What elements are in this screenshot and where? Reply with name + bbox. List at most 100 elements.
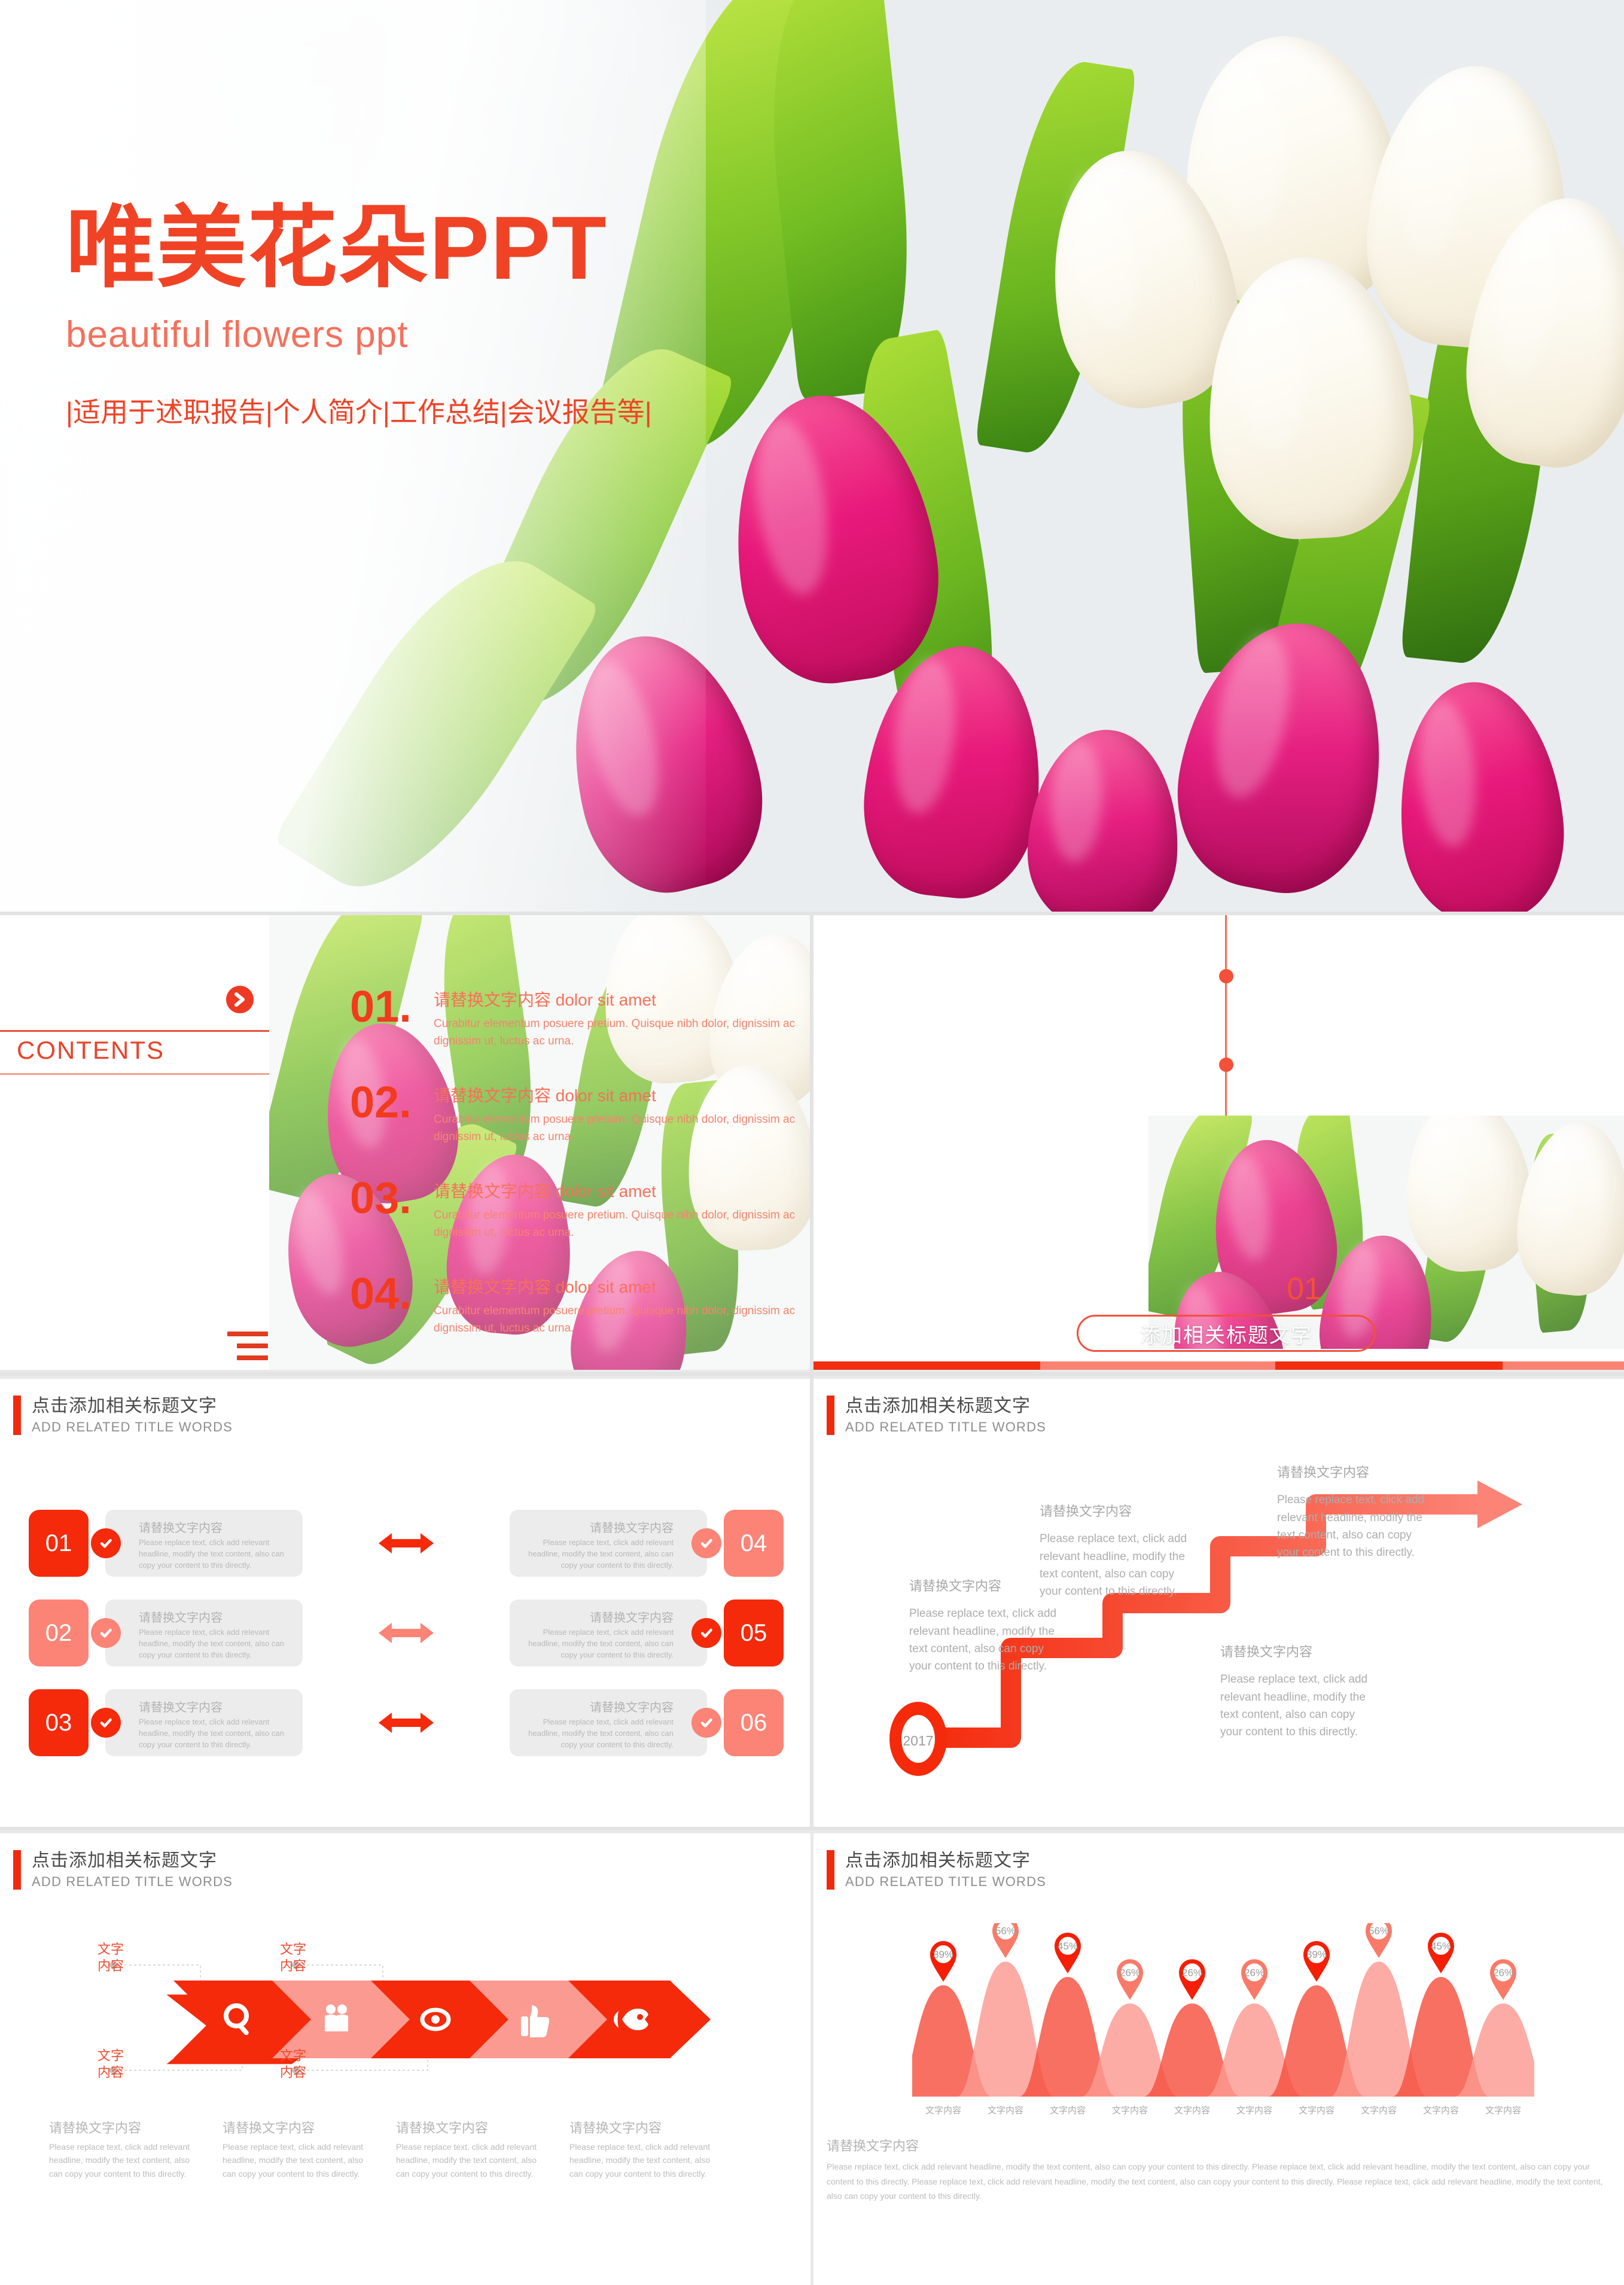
caption-heading: 请替换文字内容 bbox=[223, 2121, 315, 2135]
stairs-step-caption: 请替换文字内容 Please replace text, click add r… bbox=[1220, 1642, 1370, 1741]
contents-item-body: Curabitur elementum posuere pretium. Qui… bbox=[434, 1209, 796, 1239]
slide-section-divider[interactable]: 01 添加相关标题文字 bbox=[813, 915, 1624, 1370]
chart-x-label: 文字内容 bbox=[1485, 2106, 1521, 2116]
contents-chevron-button[interactable] bbox=[226, 986, 254, 1013]
chart-x-label: 文字内容 bbox=[1360, 2106, 1397, 2116]
header-title-cn: 点击添加相关标题文字 bbox=[32, 1851, 217, 1870]
chart-x-label: 文字内容 bbox=[1049, 2106, 1086, 2116]
block-heading: 请替换文字内容 bbox=[139, 1522, 223, 1535]
slide-header: 点击添加相关标题文字 ADD RELATED TITLE WORDS bbox=[13, 1850, 233, 1890]
chart-footer: 请替换文字内容 Please replace text, click add r… bbox=[827, 2135, 1610, 2204]
slide-six-blocks[interactable]: 点击添加相关标题文字 ADD RELATED TITLE WORDS 01 请替… bbox=[0, 1379, 811, 1830]
cover-subtitle: beautiful flowers ppt bbox=[66, 314, 409, 355]
header-title-cn: 点击添加相关标题文字 bbox=[845, 1851, 1031, 1870]
contents-item-number: 01. bbox=[350, 982, 412, 1031]
slide-gutter bbox=[810, 1376, 813, 1830]
slide-gutter bbox=[0, 1827, 1624, 1830]
chart-x-label: 文字内容 bbox=[1422, 2106, 1459, 2116]
step-heading: 请替换文字内容 bbox=[909, 1579, 1002, 1594]
caption-body: Please replace text, click add relevant … bbox=[49, 2142, 190, 2179]
chart-pin: 26% bbox=[1117, 1959, 1143, 2000]
block-body: Please replace text, click add relevant … bbox=[528, 1538, 674, 1570]
slide-header: 点击添加相关标题文字 ADD RELATED TITLE WORDS bbox=[827, 1850, 1046, 1890]
double-arrow-icon bbox=[303, 1710, 510, 1736]
block-heading: 请替换文字内容 bbox=[590, 1611, 674, 1625]
contents-label: CONTENTS bbox=[17, 1036, 164, 1064]
slide-mountain-chart[interactable]: 点击添加相关标题文字 ADD RELATED TITLE WORDS 39% 56… bbox=[813, 1833, 1624, 2285]
contents-item-number: 03. bbox=[350, 1173, 412, 1223]
divider-dot bbox=[1219, 1058, 1233, 1072]
stairs-diagram: 2017 请替换文字内容 Please replace text, click … bbox=[813, 1465, 1624, 1864]
contents-rule-top bbox=[0, 1030, 269, 1032]
block-row: 02 请替换文字内容 Please replace text, click ad… bbox=[29, 1588, 784, 1678]
block-card[interactable]: 请替换文字内容 Please replace text, click add r… bbox=[510, 1510, 721, 1577]
block-number[interactable]: 01 bbox=[29, 1510, 89, 1577]
contents-item[interactable]: 04. 请替换文字内容 dolor sit amet Curabitur ele… bbox=[350, 1268, 805, 1364]
block-row: 03 请替换文字内容 Please replace text, click ad… bbox=[29, 1678, 784, 1768]
slide-stairs-roadmap[interactable]: 点击添加相关标题文字 ADD RELATED TITLE WORDS 2017 … bbox=[813, 1379, 1624, 1864]
chevron-row: 文字 内容 文字 内容 文字 内容 文字 内容 bbox=[78, 1922, 748, 2095]
divider-flower-photo bbox=[1148, 1116, 1624, 1349]
block-body: Please replace text, click add relevant … bbox=[139, 1628, 284, 1659]
chart-data-label: 45% bbox=[1431, 1940, 1451, 1952]
slide-cover[interactable]: 唯美花朵PPT beautiful flowers ppt |适用于述职报告|个… bbox=[0, 0, 1624, 915]
block-card[interactable]: 请替换文字内容 Please replace text, click add r… bbox=[91, 1600, 303, 1666]
step-body: Please replace text, click add relevant … bbox=[909, 1607, 1057, 1673]
block-number[interactable]: 06 bbox=[724, 1689, 784, 1756]
contents-item-heading: 请替换文字内容 dolor sit amet bbox=[434, 991, 656, 1009]
chart-data-label: 26% bbox=[1120, 1967, 1140, 1978]
slide-gutter bbox=[810, 915, 813, 1376]
header-accent-bar bbox=[13, 1396, 21, 1435]
contents-rule-bottom bbox=[0, 1073, 269, 1075]
chart-data-label: 45% bbox=[1058, 1940, 1078, 1952]
divider-section-number: 01 bbox=[1287, 1272, 1321, 1306]
chart-pin: 45% bbox=[1428, 1933, 1454, 1973]
process-caption: 请替换文字内容 Please replace text, click add r… bbox=[49, 2118, 191, 2180]
process-callout: 文字 内容 bbox=[97, 1942, 124, 1973]
cover-title: 唯美花朵PPT bbox=[66, 197, 608, 298]
chart-data-label: 26% bbox=[1182, 1967, 1202, 1978]
chart-pin: 26% bbox=[1490, 1959, 1516, 2000]
divider-dot bbox=[1219, 969, 1233, 983]
blocks-grid: 01 请替换文字内容 Please replace text, click ad… bbox=[29, 1498, 784, 1768]
contents-item[interactable]: 02. 请替换文字内容 dolor sit amet Curabitur ele… bbox=[350, 1077, 805, 1172]
check-circle-icon bbox=[691, 1618, 721, 1648]
slide-contents[interactable]: 01. 请替换文字内容 dolor sit amet Curabitur ele… bbox=[0, 915, 811, 1370]
caption-heading: 请替换文字内容 bbox=[396, 2121, 489, 2135]
block-card[interactable]: 请替换文字内容 Please replace text, click add r… bbox=[510, 1600, 721, 1666]
cover-text-block: 唯美花朵PPT beautiful flowers ppt |适用于述职报告|个… bbox=[66, 197, 736, 430]
block-card[interactable]: 请替换文字内容 Please replace text, click add r… bbox=[91, 1510, 303, 1577]
chart-pin: 45% bbox=[1055, 1933, 1081, 1973]
divider-title: 添加相关标题文字 bbox=[1140, 1324, 1312, 1347]
hamburger-icon[interactable] bbox=[227, 1332, 268, 1367]
block-number[interactable]: 04 bbox=[724, 1510, 784, 1577]
block-card[interactable]: 请替换文字内容 Please replace text, click add r… bbox=[510, 1689, 721, 1756]
stairs-step-caption: 请替换文字内容 Please replace text, click add r… bbox=[1277, 1463, 1427, 1562]
step-heading: 请替换文字内容 bbox=[1220, 1644, 1313, 1659]
contents-item[interactable]: 03. 请替换文字内容 dolor sit amet Curabitur ele… bbox=[350, 1172, 805, 1268]
header-title-cn: 点击添加相关标题文字 bbox=[32, 1396, 217, 1416]
process-callout: 文字 内容 bbox=[97, 2048, 124, 2080]
chart-x-axis-labels: 文字内容 文字内容 文字内容 文字内容 文字内容 文字内容 文字内容 文字内容 文字内容 文字内容 bbox=[912, 2104, 1534, 2116]
block-number[interactable]: 02 bbox=[29, 1600, 89, 1666]
contents-item[interactable]: 01. 请替换文字内容 dolor sit amet Curabitur ele… bbox=[350, 981, 805, 1077]
chart-data-label: 39% bbox=[1306, 1949, 1327, 1960]
divider-title-pill[interactable]: 添加相关标题文字 bbox=[1077, 1315, 1376, 1352]
block-card[interactable]: 请替换文字内容 Please replace text, click add r… bbox=[91, 1689, 303, 1756]
chart-data-label: 26% bbox=[1244, 1967, 1265, 1978]
block-number[interactable]: 05 bbox=[724, 1600, 784, 1666]
block-heading: 请替换文字内容 bbox=[590, 1701, 674, 1714]
block-number[interactable]: 03 bbox=[29, 1689, 89, 1756]
block-body: Please replace text, click add relevant … bbox=[139, 1717, 284, 1749]
slide-chevron-process[interactable]: 点击添加相关标题文字 ADD RELATED TITLE WORDS 文字 内容… bbox=[0, 1833, 811, 2285]
chart-pin: 39% bbox=[930, 1941, 956, 1982]
caption-heading: 请替换文字内容 bbox=[49, 2121, 142, 2135]
chart-x-label: 文字内容 bbox=[1298, 2106, 1334, 2116]
process-callout: 文字 内容 bbox=[279, 2048, 306, 2080]
chart-x-label: 文字内容 bbox=[1111, 2106, 1148, 2116]
check-circle-icon bbox=[691, 1708, 721, 1738]
slide-header: 点击添加相关标题文字 ADD RELATED TITLE WORDS bbox=[13, 1396, 233, 1435]
chart-x-label: 文字内容 bbox=[987, 2106, 1023, 2116]
contents-item-body: Curabitur elementum posuere pretium. Qui… bbox=[434, 1017, 796, 1047]
caption-body: Please replace text, click add relevant … bbox=[396, 2142, 537, 2179]
